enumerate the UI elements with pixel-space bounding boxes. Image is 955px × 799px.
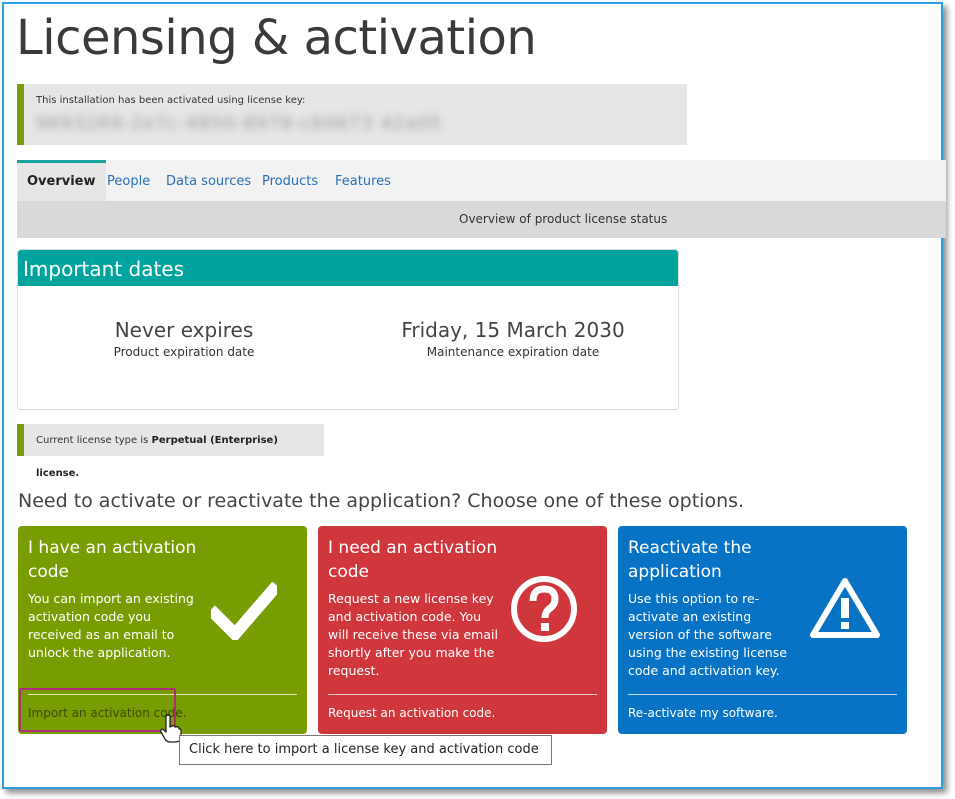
checkmark-icon [206,581,282,644]
card-divider [328,694,597,695]
card-title: Reactivate the application [628,538,752,582]
important-dates-panel: Important dates Never expires Product ex… [17,249,679,410]
card-divider [628,694,897,695]
overview-subbar: Overview of product license status [17,201,946,238]
maintenance-expiration-label: Maintenance expiration date [426,345,600,359]
license-type-prefix: Current license type is [36,435,149,446]
page-title: Licensing & activation [16,10,537,66]
tab-people[interactable]: People [107,160,150,201]
reactivate-software-link[interactable]: Re-activate my software. [628,706,778,720]
window-frame: Licensing & activation This installation… [2,2,946,789]
maintenance-expiration-value: Friday, 15 March 2030 [401,318,625,342]
important-dates-heading: Important dates [18,250,678,286]
import-link-highlight [19,688,176,732]
overview-subtitle: Overview of product license status [459,212,668,226]
tab-overview[interactable]: Overview [17,160,106,201]
product-expiration-value: Never expires [114,318,254,342]
question-circle-icon [509,574,579,648]
card-reactivate-application[interactable]: Reactivate the application Use this opti… [618,526,907,734]
product-expiration-label: Product expiration date [113,345,255,359]
activation-label: This installation has been activated usi… [36,95,306,106]
card-title: I have an activation code [28,538,197,582]
card-need-activation-code[interactable]: I need an activation code Request a new … [318,526,607,734]
tab-features[interactable]: Features [335,160,391,201]
maintenance-expiration: Friday, 15 March 2030 Maintenance expira… [393,318,633,359]
tab-data-sources[interactable]: Data sources [166,160,251,201]
license-key-blurred: 9693269-2e7c-4850-8978-c60673 42a05 [36,113,443,134]
import-tooltip: Click here to import a license key and a… [179,735,552,765]
card-description: Request a new license key and activation… [328,591,498,678]
tab-products[interactable]: Products [262,160,318,201]
license-type-box: Current license type is Perpetual (Enter… [17,424,324,479]
card-description: You can import an existing activation co… [28,591,194,660]
activate-heading: Need to activate or reactivate the appli… [18,490,745,512]
warning-triangle-icon [809,576,881,644]
request-activation-code-link[interactable]: Request an activation code. [328,706,495,720]
card-title: I need an activation code [328,538,498,582]
activation-info-box: This installation has been activated usi… [17,84,687,145]
tab-bar: Overview People Data sources Products Fe… [17,160,946,201]
card-description: Use this option to re-activate an existi… [628,591,787,678]
product-expiration: Never expires Product expiration date [84,318,284,359]
